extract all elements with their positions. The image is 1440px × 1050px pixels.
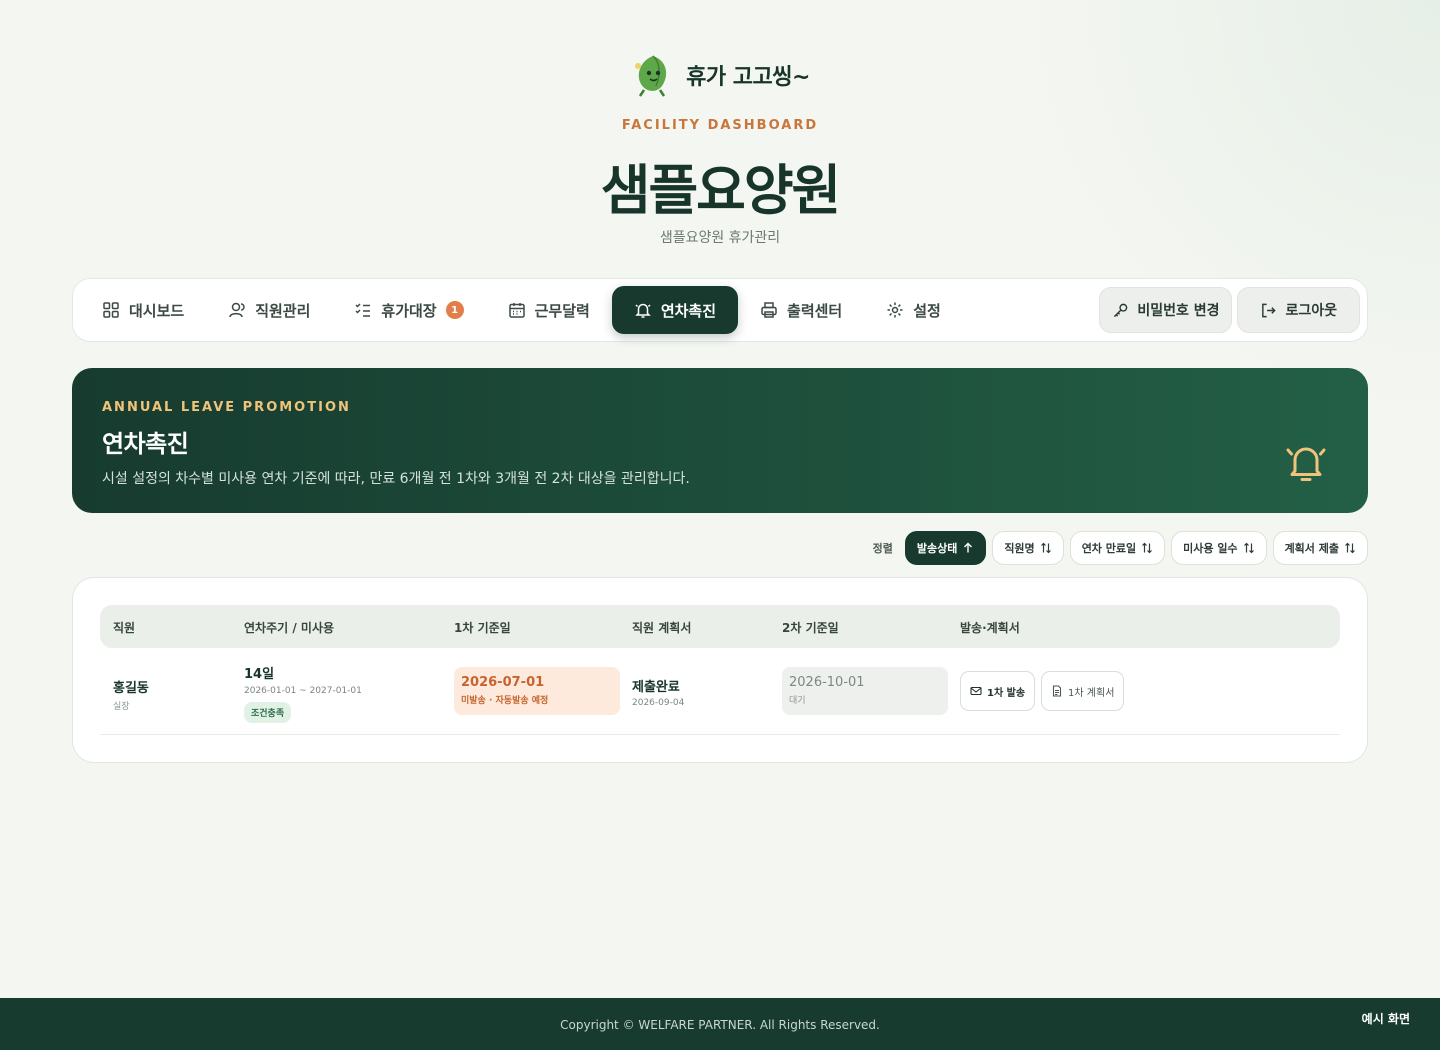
table-header: 직원 연차주기 / 미사용 1차 기준일 직원 계획서 2차 기준일 발송·계획… — [100, 605, 1340, 648]
nav-item-leave-ledger[interactable]: 휴가대장 1 — [332, 286, 485, 334]
sort-by-employee-name[interactable]: 직원명 — [992, 531, 1064, 565]
nav-item-print-center[interactable]: 출력센터 — [738, 286, 864, 334]
actions-cell: 1차 발송 1차 계획서 — [960, 671, 1125, 711]
brand: 휴가 고고씽~ — [0, 52, 1440, 98]
employee-role: 실장 — [113, 702, 130, 712]
page-title: 샘플요양원 — [600, 159, 841, 222]
copyright-text: Copyright © WELFARE PARTNER. All Rights … — [560, 1018, 880, 1032]
logout-icon — [1262, 303, 1277, 317]
leaf-mascot-icon — [635, 55, 667, 97]
sort-arrows-icon — [1040, 542, 1051, 554]
change-password-button[interactable]: 비밀번호 변경 — [1099, 287, 1233, 333]
brand-name: 휴가 고고씽~ — [686, 65, 810, 90]
sort-by-expiry-date[interactable]: 연차 만료일 — [1069, 531, 1166, 565]
employee-cell: 홍길동 실장 — [113, 677, 149, 712]
column-header: 직원 — [113, 621, 136, 635]
nav-label: 출력센터 — [787, 301, 843, 320]
checklist-icon — [355, 303, 371, 317]
header-eyebrow: FACILITY DASHBOARD — [621, 118, 819, 133]
key-icon — [1114, 303, 1128, 317]
bell-icon — [635, 303, 651, 318]
promotion-banner: ANNUAL LEAVE PROMOTION 연차촉진 시설 설정의 차수별 미… — [72, 368, 1368, 513]
nav-label: 휴가대장 — [381, 301, 437, 320]
logout-label: 로그아웃 — [1285, 303, 1337, 319]
sort-chip-label: 직원명 — [1004, 542, 1035, 555]
sort-by-plan-submission[interactable]: 계획서 제출 — [1272, 531, 1368, 565]
condition-met-tag: 조건충족 — [244, 702, 292, 723]
column-header: 2차 기준일 — [782, 621, 839, 635]
banner-eyebrow: ANNUAL LEAVE PROMOTION — [102, 400, 351, 415]
grid-icon — [103, 302, 119, 318]
table-row: 홍길동 실장 14일 2026-01-01 ~ 2027-01-01 조건충족 … — [100, 648, 1340, 735]
demo-label: 예시 화면 — [1361, 1012, 1410, 1026]
second-reference-date: 2026-10-01 — [789, 675, 865, 690]
nav-item-settings[interactable]: 설정 — [864, 286, 963, 334]
nav-label: 대시보드 — [129, 301, 185, 320]
sort-chip-label: 미사용 일수 — [1183, 542, 1238, 555]
column-header: 직원 계획서 — [632, 621, 692, 635]
user-icon — [229, 302, 245, 318]
nav-label: 직원관리 — [255, 301, 311, 320]
second-send-status: 대기 — [789, 696, 806, 706]
employee-plan-cell: 제출완료 2026-09-04 — [632, 676, 684, 708]
column-header: 발송·계획서 — [960, 621, 1020, 635]
mail-icon — [970, 686, 982, 696]
sort-chip-label: 연차 만료일 — [1081, 542, 1137, 555]
nav-label: 설정 — [913, 301, 941, 320]
employee-name: 홍길동 — [113, 681, 149, 696]
sort-chip-label: 발송상태 — [916, 542, 958, 555]
nav-item-work-calendar[interactable]: 근무달력 — [486, 286, 612, 334]
calendar-icon — [508, 303, 525, 318]
banner-title: 연차촉진 — [102, 430, 189, 458]
column-header: 연차주기 / 미사용 — [244, 621, 335, 635]
sort-chip-label: 계획서 제출 — [1284, 542, 1339, 555]
sort-arrows-icon — [1345, 542, 1355, 554]
footer: Copyright © WELFARE PARTNER. All Rights … — [0, 998, 1440, 1050]
gear-icon — [887, 302, 903, 318]
sort-arrows-icon — [1142, 542, 1153, 554]
first-plan-button[interactable]: 1차 계획서 — [1041, 671, 1125, 711]
bell-icon — [1286, 447, 1326, 481]
banner-description: 시설 설정의 차수별 미사용 연차 기준에 따라, 만료 6개월 전 1차와 3… — [102, 471, 690, 487]
first-send-status: 미발송 · 자동발송 예정 — [461, 696, 549, 706]
send-first-notice-button[interactable]: 1차 발송 — [960, 671, 1036, 711]
nav-item-dashboard[interactable]: 대시보드 — [80, 286, 206, 334]
main-nav: 대시보드 직원관리 휴가대장 1 근무달력 연차촉진 출력센터 설정 비밀번호 … — [72, 278, 1368, 342]
sort-arrows-icon — [1243, 542, 1254, 554]
nav-item-employees[interactable]: 직원관리 — [206, 286, 332, 334]
nav-item-leave-promotion[interactable]: 연차촉진 — [611, 286, 739, 334]
nav-label: 근무달력 — [534, 301, 590, 320]
promotion-table-card: 직원 연차주기 / 미사용 1차 기준일 직원 계획서 2차 기준일 발송·계획… — [72, 577, 1368, 763]
change-password-label: 비밀번호 변경 — [1137, 303, 1220, 319]
sort-by-unused-days[interactable]: 미사용 일수 — [1171, 531, 1267, 565]
notification-badge: 1 — [445, 301, 464, 319]
sort-bar: 정렬 발송상태 직원명 연차 만료일 미사용 일수 계획서 제출 — [873, 531, 1368, 565]
page-subtitle: 샘플요양원 휴가관리 — [659, 230, 781, 246]
leave-cycle-cell: 14일 2026-01-01 ~ 2027-01-01 조건충족 — [244, 663, 362, 723]
nav-label: 연차촉진 — [660, 301, 717, 320]
unused-days: 14일 — [244, 667, 275, 682]
first-reference-date: 2026-07-01 — [461, 675, 545, 690]
send-first-label: 1차 발송 — [987, 687, 1026, 699]
plan-status: 제출완료 — [632, 680, 680, 695]
cycle-range: 2026-01-01 ~ 2027-01-01 — [244, 686, 362, 696]
logout-button[interactable]: 로그아웃 — [1237, 287, 1360, 333]
arrow-up-icon — [964, 542, 973, 553]
sort-label: 정렬 — [872, 542, 893, 555]
first-plan-label: 1차 계획서 — [1068, 687, 1115, 699]
printer-icon — [761, 302, 777, 318]
document-icon — [1052, 685, 1062, 697]
sort-by-send-status[interactable]: 발송상태 — [904, 531, 987, 565]
second-reference-cell: 2026-10-01 대기 — [782, 667, 948, 715]
column-header: 1차 기준일 — [454, 621, 511, 635]
plan-date: 2026-09-04 — [632, 698, 685, 708]
first-reference-cell: 2026-07-01 미발송 · 자동발송 예정 — [454, 667, 620, 715]
